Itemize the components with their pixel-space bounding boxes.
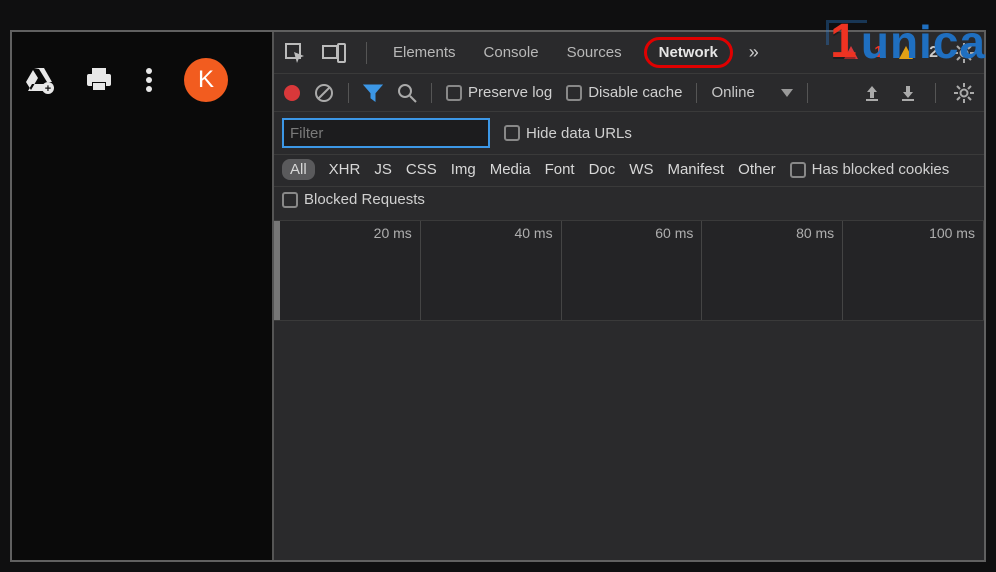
hide-data-urls-checkbox[interactable]: Hide data URLs [504,125,632,142]
app-frame: + K Elements Console Sources [10,30,986,562]
error-icon[interactable] [844,46,858,59]
separator [431,83,432,103]
tab-elements[interactable]: Elements [387,38,462,67]
request-waterfall[interactable] [274,321,984,561]
disable-cache-label: Disable cache [588,84,682,101]
timeline-tick: 40 ms [514,225,552,241]
timeline-col: 60 ms [562,221,703,320]
avatar[interactable]: K [184,58,228,102]
disable-cache-checkbox[interactable]: Disable cache [566,84,682,101]
chevron-down-icon [781,89,793,97]
tab-network[interactable]: Network [644,37,733,68]
devtools-tabbar: Elements Console Sources Network » 1 2 [274,32,984,74]
separator [348,83,349,103]
chip-font[interactable]: Font [545,161,575,178]
device-toggle-icon[interactable] [322,43,346,63]
chip-other[interactable]: Other [738,161,776,178]
chip-xhr[interactable]: XHR [329,161,361,178]
download-icon[interactable] [899,84,917,102]
drive-icon[interactable]: + [24,66,54,94]
type-filter-row: All XHR JS CSS Img Media Font Doc WS Man… [274,155,984,187]
filter-input[interactable] [282,118,490,148]
throttling-value: Online [711,84,754,101]
preserve-log-checkbox[interactable]: Preserve log [446,84,552,101]
has-blocked-cookies-checkbox[interactable]: Has blocked cookies [790,161,950,178]
timeline-tick: 100 ms [929,225,975,241]
clear-icon[interactable] [314,83,334,103]
timeline-col: 100 ms [843,221,984,320]
timeline-col: 40 ms [421,221,562,320]
network-settings-icon[interactable] [954,83,974,103]
network-toolbar: Preserve log Disable cache Online [274,74,984,112]
blocked-requests-label: Blocked Requests [304,191,425,208]
chip-media[interactable]: Media [490,161,531,178]
settings-icon[interactable] [954,43,974,63]
filter-row: Hide data URLs [274,112,984,155]
left-panel: + K [12,32,272,560]
blocked-requests-row: Blocked Requests [274,187,984,221]
separator [366,42,367,64]
timeline-overview[interactable]: 20 ms 40 ms 60 ms 80 ms 100 ms [274,221,984,321]
svg-text:+: + [45,83,51,94]
blocked-requests-checkbox[interactable]: Blocked Requests [282,191,425,208]
timeline-tick: 80 ms [796,225,834,241]
separator [935,83,936,103]
separator [696,83,697,103]
inspect-icon[interactable] [284,42,306,64]
chip-js[interactable]: JS [374,161,392,178]
timeline-tick: 20 ms [374,225,412,241]
hide-data-urls-label: Hide data URLs [526,125,632,142]
has-blocked-cookies-label: Has blocked cookies [812,161,950,178]
warning-icon[interactable] [899,46,913,59]
upload-icon[interactable] [863,84,881,102]
timeline-col: 20 ms [280,221,421,320]
chip-img[interactable]: Img [451,161,476,178]
devtools-panel: Elements Console Sources Network » 1 2 [272,32,984,560]
throttling-select[interactable]: Online [711,84,792,101]
checkbox-icon [504,125,520,141]
separator [807,83,808,103]
record-button[interactable] [284,85,300,101]
timeline-col: 80 ms [702,221,843,320]
tab-sources[interactable]: Sources [561,38,628,67]
tab-console[interactable]: Console [478,38,545,67]
left-toolbar: + K [12,32,272,102]
print-icon[interactable] [84,67,114,93]
checkbox-icon [566,85,582,101]
more-vert-icon[interactable] [144,66,154,94]
chip-all[interactable]: All [282,159,315,180]
timeline-columns: 20 ms 40 ms 60 ms 80 ms 100 ms [280,221,984,320]
checkbox-icon [790,162,806,178]
tabs-overflow-icon[interactable]: » [749,42,759,63]
search-icon[interactable] [397,83,417,103]
timeline-tick: 60 ms [655,225,693,241]
preserve-log-label: Preserve log [468,84,552,101]
filter-icon[interactable] [363,84,383,102]
chip-css[interactable]: CSS [406,161,437,178]
checkbox-icon [446,85,462,101]
avatar-letter: K [198,66,214,94]
chip-ws[interactable]: WS [629,161,653,178]
chip-manifest[interactable]: Manifest [667,161,724,178]
error-count: 1 [874,44,883,62]
chip-doc[interactable]: Doc [589,161,616,178]
warning-count: 2 [929,44,938,62]
checkbox-icon [282,192,298,208]
